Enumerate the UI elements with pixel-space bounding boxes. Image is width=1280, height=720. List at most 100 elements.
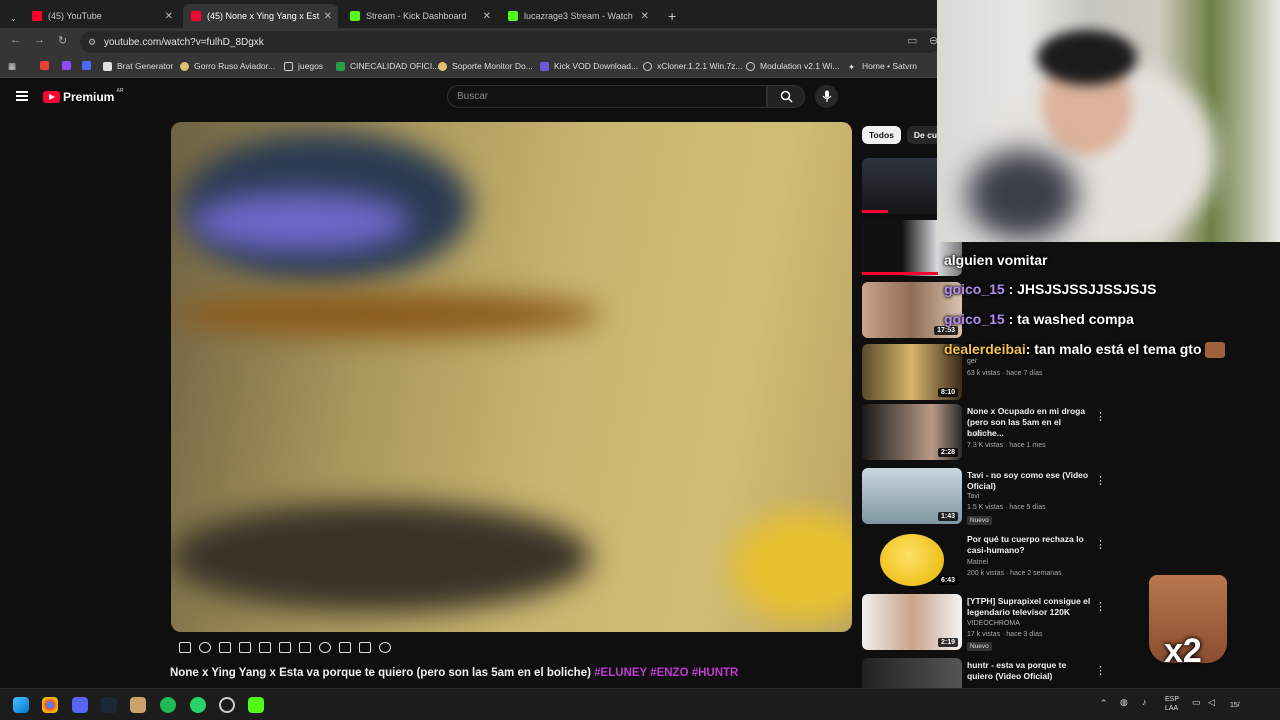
whatsapp-icon[interactable] [190, 697, 206, 713]
chat-text: : ta washed compa [1008, 311, 1134, 327]
kick-icon [350, 11, 360, 21]
apps-icon[interactable]: ▦ [8, 61, 16, 72]
site-info-icon[interactable]: ⚙ [88, 37, 96, 48]
cinema-icon[interactable] [239, 641, 251, 653]
list-item[interactable]: 1:43 Tavi - no soy como ese (Video Ofici… [862, 468, 1112, 525]
audio-icon[interactable] [199, 641, 211, 653]
spotify-icon[interactable] [160, 697, 176, 713]
app-icon[interactable] [130, 697, 146, 713]
tab-title: Stream - Kick Dashboard [366, 11, 467, 21]
new-tab-button[interactable]: + [660, 4, 684, 28]
back-icon[interactable]: ← [10, 34, 21, 46]
subtitle-icon[interactable] [279, 641, 291, 653]
channel-name[interactable]: VIDEOCHROMA [967, 620, 1020, 627]
video-title[interactable]: huntr - esta va porque te quiero (Video … [967, 660, 1092, 682]
video-thumbnail[interactable]: 2:28 [862, 404, 962, 460]
browser-tab-video[interactable]: (45) None x Ying Yang x Esta va ✕ [183, 4, 338, 28]
chevron-up-icon[interactable]: ⌃ [1100, 699, 1108, 708]
video-title[interactable]: Por qué tu cuerpo rechaza lo casi-humano… [967, 534, 1092, 556]
list-item[interactable]: 6:43 Por qué tu cuerpo rechaza lo casi-h… [862, 532, 1112, 588]
video-hashtags[interactable]: #ELUNEY #ENZO #HUNTR [594, 667, 738, 679]
webcam-chair [967, 150, 1077, 240]
video-title: None x Ying Yang x Esta va porque te qui… [170, 667, 738, 679]
url-input[interactable]: ⚙ youtube.com/watch?v=fulhD_8Dgxk [80, 31, 940, 53]
monitor-icon[interactable]: ▭ [1192, 698, 1201, 707]
twitch-icon[interactable] [62, 61, 76, 70]
close-icon[interactable]: ✕ [165, 11, 173, 22]
reload-icon[interactable]: ↻ [58, 34, 67, 47]
more-options-icon[interactable]: ⋮ [1095, 474, 1106, 487]
channel-name[interactable]: Tavi [967, 493, 979, 500]
bookmark-soporte-monitor[interactable]: Soporte Monitor Do... [438, 61, 533, 71]
screenshot-icon[interactable] [359, 641, 371, 653]
list-item[interactable]: 2:28 None x Ocupado en mi droga (pero so… [862, 404, 1112, 460]
menu-icon[interactable] [16, 91, 28, 101]
video-thumbnail[interactable]: 6:43 [862, 532, 962, 588]
windows-start-icon[interactable] [13, 697, 29, 713]
forward-icon[interactable]: → [34, 34, 45, 46]
close-icon[interactable]: ✕ [641, 11, 649, 22]
language-indicator[interactable]: ESP LAA [1165, 695, 1179, 713]
loop-icon[interactable] [179, 641, 191, 653]
bookmark-modulation[interactable]: Modulation v2.1 Wi... [746, 61, 839, 71]
list-item[interactable]: 2:19 [YTPH] Suprapixel consigue el legen… [862, 594, 1112, 651]
bookmark-juegos[interactable]: juegos [284, 61, 323, 71]
bookmark-gorro-ruso[interactable]: Gorro Ruso Aviador... [180, 61, 275, 71]
bookmark-label: Modulation v2.1 Wi... [760, 61, 840, 71]
steam-icon[interactable] [101, 697, 117, 713]
channel-name[interactable]: Matriel [967, 559, 988, 566]
frame-icon[interactable] [259, 641, 271, 653]
search-button[interactable] [767, 85, 805, 108]
bookmark-label: Soporte Monitor Do... [452, 61, 533, 71]
chrome-icon[interactable] [42, 697, 58, 713]
video-player[interactable] [171, 122, 852, 632]
video-thumbnail[interactable] [862, 658, 962, 688]
bookmark-kick-vod[interactable]: Kick VOD Download... [540, 61, 638, 71]
speed-icon[interactable] [319, 641, 331, 653]
microphone-icon[interactable]: ♪ [1142, 698, 1147, 707]
bookmark-satvrn[interactable]: ✦ Home • Satvrn [848, 61, 917, 72]
add-icon[interactable] [339, 641, 351, 653]
browser-tab-kick-dashboard[interactable]: Stream - Kick Dashboard ✕ [342, 4, 497, 28]
close-icon[interactable]: ✕ [324, 11, 332, 22]
discord-icon[interactable] [72, 697, 88, 713]
network-icon[interactable]: ◍ [1120, 698, 1128, 707]
cast-icon[interactable]: ▭ [907, 34, 917, 47]
search-input[interactable]: Buscar [447, 85, 767, 108]
settings-icon[interactable] [379, 641, 391, 653]
url-text: youtube.com/watch?v=fulhD_8Dgxk [104, 36, 264, 48]
video-duration: 1:43 [937, 512, 958, 521]
picture-in-picture-icon[interactable] [219, 641, 231, 653]
video-title[interactable]: Tavi - no soy como ese (Video Oficial) [967, 470, 1092, 492]
bookmark-label: Gorro Ruso Aviador... [194, 61, 276, 71]
volume-icon[interactable]: ◁ [1208, 698, 1215, 707]
bookmark-brat-generator[interactable]: Brat Generator [103, 61, 173, 71]
video-thumbnail[interactable]: 1:43 [862, 468, 962, 524]
bookmark-cinecalidad[interactable]: CINECALIDAD OFICI... [336, 61, 439, 71]
browser-tab-youtube[interactable]: (45) YouTube ✕ [24, 4, 179, 28]
channel-name[interactable]: cu4rto [967, 431, 986, 438]
video-thumbnail[interactable]: 2:19 [862, 594, 962, 650]
list-item[interactable]: huntr - esta va porque te quiero (Video … [862, 658, 1112, 688]
gmail-icon[interactable] [40, 61, 54, 70]
tab-title: (45) None x Ying Yang x Esta va [207, 11, 319, 21]
browser-tab-kick-stream[interactable]: lucazrage3 Stream - Watch Live ✕ [500, 4, 655, 28]
close-icon[interactable]: ✕ [483, 11, 491, 22]
expand-icon[interactable] [299, 641, 311, 653]
bookmark-icon[interactable] [82, 61, 96, 70]
more-options-icon[interactable]: ⋮ [1095, 538, 1106, 551]
more-options-icon[interactable]: ⋮ [1095, 600, 1106, 613]
chat-text: alguien vomitar [944, 252, 1048, 268]
more-options-icon[interactable]: ⋮ [1095, 410, 1106, 423]
video-title[interactable]: [YTPH] Suprapixel consigue el legendario… [967, 596, 1092, 618]
kick-icon[interactable] [248, 697, 264, 713]
tab-list-button[interactable]: ⌄ [2, 6, 25, 30]
obs-icon[interactable] [219, 697, 235, 713]
more-options-icon[interactable]: ⋮ [1095, 664, 1106, 677]
windows-taskbar: ⌃ ◍ ♪ ESP LAA ▭ ◁ 15/ [0, 688, 1280, 720]
bookmark-xcloner[interactable]: xCloner.1.2.1 Win.7z... [643, 61, 743, 71]
chip-todos[interactable]: Todos [862, 126, 901, 144]
youtube-premium-logo[interactable]: Premium AR [43, 88, 124, 104]
clock[interactable]: 15/ [1230, 701, 1240, 710]
voice-search-button[interactable] [815, 85, 838, 108]
